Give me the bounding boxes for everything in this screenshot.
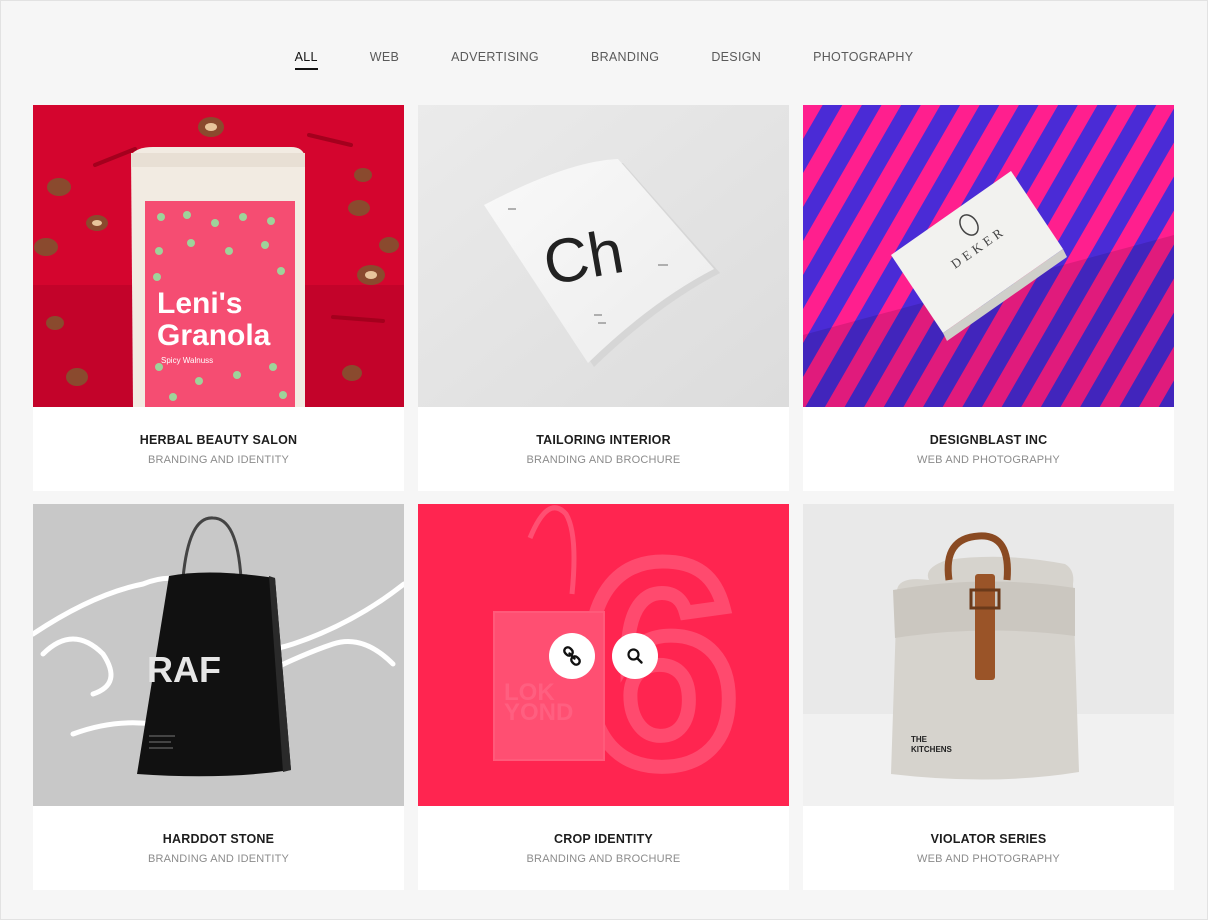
- filter-branding[interactable]: BRANDING: [591, 48, 659, 70]
- tote-bag-image: 6 LOK YOND: [418, 504, 789, 806]
- svg-text:KITCHENS: KITCHENS: [911, 745, 953, 754]
- card-category: BRANDING AND IDENTITY: [147, 853, 290, 865]
- filter-photography[interactable]: PHOTOGRAPHY: [813, 48, 913, 70]
- granola-pouch-image: Leni's Granola Spicy Walnuss: [33, 105, 404, 407]
- card-category: WEB AND PHOTOGRAPHY: [917, 454, 1060, 466]
- card-category: BRANDING AND BROCHURE: [526, 454, 681, 466]
- portfolio-image[interactable]: RAF: [33, 504, 404, 806]
- portfolio-image[interactable]: THE KITCHENS: [803, 504, 1174, 806]
- card-category: BRANDING AND BROCHURE: [526, 853, 681, 865]
- portfolio-image[interactable]: DEKER: [803, 105, 1174, 407]
- card-meta: TAILORING INTERIOR BRANDING AND BROCHURE: [418, 407, 789, 466]
- card-title[interactable]: TAILORING INTERIOR: [418, 433, 789, 447]
- svg-text:Ch: Ch: [538, 217, 628, 299]
- svg-text:Leni's: Leni's: [157, 287, 243, 320]
- svg-text:YOND: YOND: [504, 699, 573, 726]
- filter-advertising[interactable]: ADVERTISING: [451, 48, 539, 70]
- filter-all[interactable]: ALL: [294, 48, 318, 70]
- card-title[interactable]: CROP IDENTITY: [418, 832, 789, 846]
- project-link-button[interactable]: [549, 633, 595, 679]
- card-title[interactable]: VIOLATOR SERIES: [803, 832, 1174, 846]
- card-meta: HARDDOT STONE BRANDING AND IDENTITY: [33, 806, 404, 865]
- card-category: BRANDING AND IDENTITY: [147, 454, 290, 466]
- portfolio-filter-nav: ALL WEB ADVERTISING BRANDING DESIGN PHOT…: [0, 48, 1208, 70]
- filter-web[interactable]: WEB: [370, 48, 399, 70]
- card-title[interactable]: DESIGNBLAST INC: [803, 433, 1174, 447]
- svg-text:Spicy Walnuss: Spicy Walnuss: [161, 356, 213, 365]
- portfolio-image[interactable]: Ch: [418, 105, 789, 407]
- card-title[interactable]: HARDDOT STONE: [33, 832, 404, 846]
- zoom-button[interactable]: [612, 633, 658, 679]
- striped-box-image: DEKER: [803, 105, 1174, 407]
- portfolio-card[interactable]: 6 LOK YOND CROP IDENTITY BRANDING AND BR…: [418, 504, 789, 890]
- card-meta: CROP IDENTITY BRANDING AND BROCHURE: [418, 806, 789, 865]
- portfolio-grid: Leni's Granola Spicy Walnuss HERBAL BEAU…: [33, 105, 1174, 890]
- svg-text:Granola: Granola: [157, 319, 271, 352]
- svg-text:THE: THE: [911, 735, 928, 744]
- card-meta: VIOLATOR SERIES WEB AND PHOTOGRAPHY: [803, 806, 1174, 865]
- link-icon: [563, 646, 581, 666]
- portfolio-card[interactable]: Ch TAILORING INTERIOR BRANDING AND BROCH…: [418, 105, 789, 491]
- search-icon: [627, 648, 643, 664]
- letterhead-mockup-image: Ch: [418, 105, 789, 407]
- portfolio-card[interactable]: Leni's Granola Spicy Walnuss HERBAL BEAU…: [33, 105, 404, 491]
- card-meta: DESIGNBLAST INC WEB AND PHOTOGRAPHY: [803, 407, 1174, 466]
- card-title[interactable]: HERBAL BEAUTY SALON: [33, 433, 404, 447]
- black-bag-image: RAF: [33, 504, 404, 806]
- portfolio-card[interactable]: DEKER DESIGNBLAST INC WEB AND PHOTOGRAPH…: [803, 105, 1174, 491]
- portfolio-card[interactable]: THE KITCHENS VIOLATOR SERIES WEB AND PHO…: [803, 504, 1174, 890]
- portfolio-image[interactable]: Leni's Granola Spicy Walnuss: [33, 105, 404, 407]
- card-meta: HERBAL BEAUTY SALON BRANDING AND IDENTIT…: [33, 407, 404, 466]
- portfolio-image[interactable]: 6 LOK YOND: [418, 504, 789, 806]
- filter-design[interactable]: DESIGN: [711, 48, 761, 70]
- lunch-bag-image: THE KITCHENS: [803, 504, 1174, 806]
- card-category: WEB AND PHOTOGRAPHY: [917, 853, 1060, 865]
- portfolio-card[interactable]: RAF HARDDOT STONE BRANDING AND IDENTITY: [33, 504, 404, 890]
- svg-text:RAF: RAF: [147, 649, 221, 690]
